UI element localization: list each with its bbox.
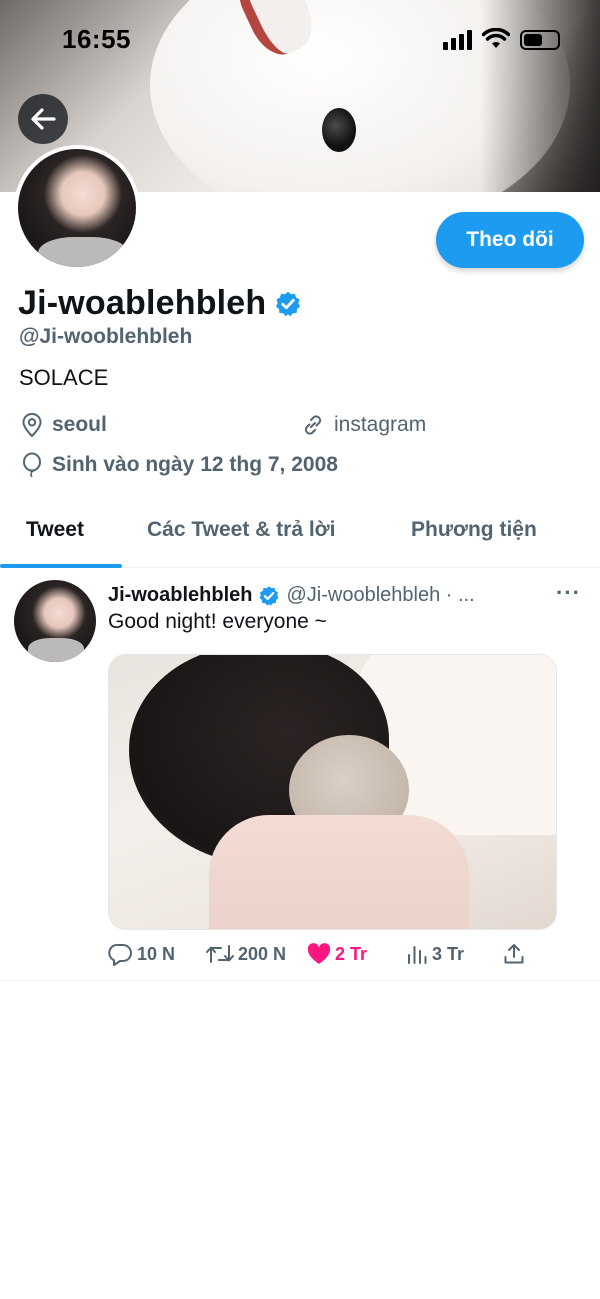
tweet-author-handle[interactable]: @Ji-wooblehbleh · ... — [286, 584, 474, 607]
banner-bunny-eye — [322, 108, 356, 152]
profile-tabs: Tweet Các Tweet & trả lời Phương tiện — [0, 500, 600, 568]
tab-tweets[interactable]: Tweet — [26, 518, 84, 542]
views-button[interactable]: 3 Tr — [405, 942, 464, 966]
wifi-icon — [482, 28, 510, 48]
birthday-text: Sinh vào ngày 12 thg 7, 2008 — [52, 453, 338, 476]
tweet-divider — [0, 980, 600, 981]
status-bar: 16:55 — [0, 20, 600, 60]
display-name: Ji-woablehbleh — [18, 284, 267, 322]
balloon-icon — [23, 452, 41, 478]
retweet-count: 200 N — [238, 943, 287, 964]
active-tab-indicator — [0, 564, 122, 568]
follow-button[interactable]: Theo dõi — [436, 212, 584, 268]
tweet-avatar[interactable] — [14, 580, 96, 662]
retweet-button[interactable]: 200 N — [205, 942, 286, 966]
reply-button[interactable]: 10 N — [108, 942, 175, 966]
profile-location: seoul — [20, 412, 107, 438]
cellular-signal-icon — [443, 30, 472, 50]
tweet-more-button[interactable]: ··· — [556, 580, 581, 606]
verified-badge-icon — [260, 585, 279, 606]
back-arrow-icon — [31, 108, 56, 130]
tweet-text: Good night! everyone ~ — [108, 610, 327, 633]
tweet-header: Ji-woablehbleh @Ji-wooblehbleh · ... — [108, 584, 558, 607]
battery-icon — [520, 30, 560, 50]
profile-birthday: Sinh vào ngày 12 thg 7, 2008 — [20, 452, 338, 478]
profile-handle: @Ji-wooblehbleh — [19, 325, 193, 348]
like-count: 2 Tr — [335, 943, 368, 964]
views-count: 3 Tr — [432, 943, 465, 964]
status-time: 16:55 — [62, 24, 131, 54]
tab-media[interactable]: Phương tiện — [411, 518, 537, 542]
reply-count: 10 N — [137, 943, 176, 964]
share-icon — [504, 944, 524, 964]
profile-avatar[interactable] — [14, 145, 140, 271]
retweet-icon — [206, 945, 234, 963]
website-link[interactable]: instagram — [334, 413, 426, 437]
views-icon — [408, 946, 427, 964]
status-icons — [443, 28, 560, 50]
reply-icon — [108, 943, 132, 966]
tweet-author-name[interactable]: Ji-woablehbleh — [108, 584, 252, 607]
share-button[interactable] — [502, 942, 526, 966]
tweet-actions: 10 N 200 N 2 Tr 3 Tr — [108, 942, 558, 972]
location-pin-icon — [22, 412, 42, 438]
heart-icon — [307, 943, 331, 964]
profile-website[interactable]: instagram — [300, 412, 426, 438]
tab-tweets-replies[interactable]: Các Tweet & trả lời — [147, 518, 335, 542]
verified-badge-icon — [276, 291, 301, 316]
like-button[interactable]: 2 Tr — [306, 942, 367, 966]
profile-bio: SOLACE — [19, 365, 109, 390]
back-button[interactable] — [18, 94, 68, 144]
location-text: seoul — [52, 413, 107, 436]
link-icon — [304, 415, 322, 435]
tweet-media-image[interactable] — [108, 654, 557, 930]
display-name-row: Ji-woablehbleh — [18, 284, 302, 323]
